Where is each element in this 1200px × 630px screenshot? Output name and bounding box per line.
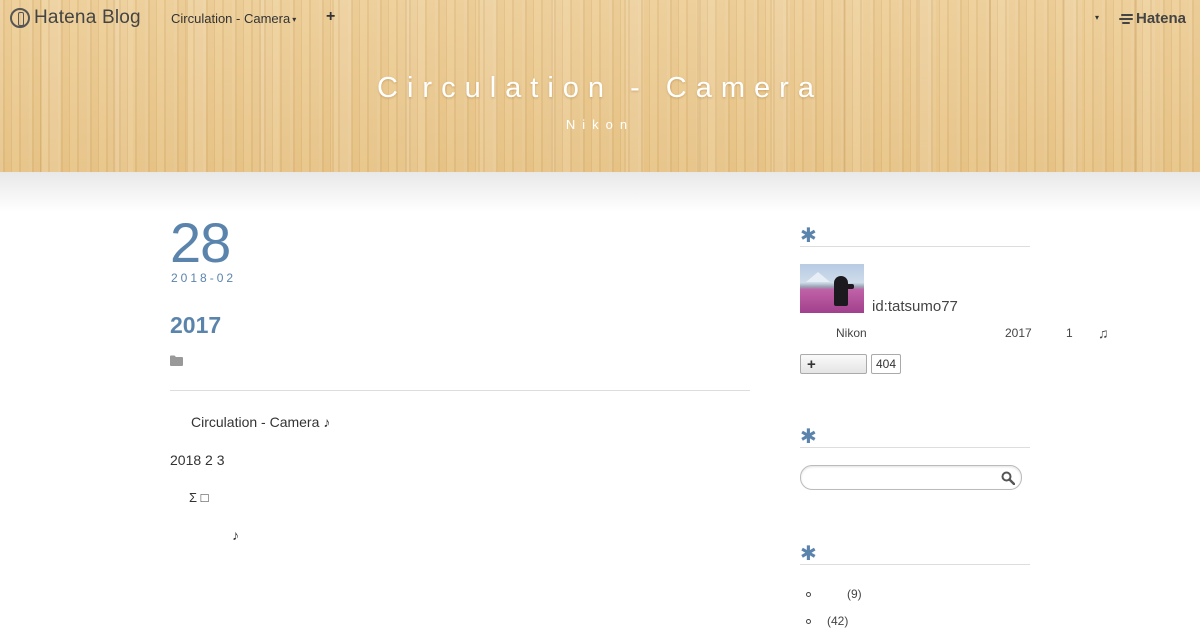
asterisk-icon: ✱: [800, 426, 817, 448]
entry-date-day[interactable]: 28: [170, 210, 231, 275]
profile-description: 2017: [1005, 326, 1032, 340]
profile-description: Nikon: [836, 326, 867, 340]
entry-paragraph: 2018 2 3: [170, 452, 225, 468]
category-count: (9): [847, 587, 862, 601]
profile-description: 1: [1066, 326, 1073, 340]
subscriber-count-badge: 404: [871, 354, 902, 374]
profile-user-id[interactable]: id:tatsumo77: [872, 298, 958, 315]
hatena-brand-text: Hatena: [1136, 10, 1187, 27]
hatena-blog-logo-icon: [10, 8, 30, 28]
bullet-icon: [806, 619, 811, 625]
chevron-down-icon: ▾: [292, 15, 297, 25]
category-item[interactable]: (9): [806, 587, 862, 601]
avatar[interactable]: [800, 264, 864, 313]
entry-paragraph: Σ □: [189, 490, 209, 505]
search-icon[interactable]: [1001, 471, 1015, 485]
entry-title[interactable]: 2017: [170, 312, 221, 339]
blog-title[interactable]: Circulation - Camera: [0, 72, 1200, 105]
blog-description: Nikon: [565, 117, 635, 132]
asterisk-icon: ✱: [800, 543, 817, 565]
search-field[interactable]: [800, 465, 1022, 490]
folder-icon: [170, 355, 183, 366]
category-count: (42): [827, 614, 849, 628]
entry-date-year-month[interactable]: 2018-02: [171, 271, 236, 285]
subscribe-button[interactable]: +: [800, 354, 867, 374]
plus-icon: +: [807, 356, 816, 373]
entry-paragraph: ♪: [232, 527, 239, 543]
logo-text: Hatena Blog: [34, 7, 141, 28]
entry-paragraph: Circulation - Camera ♪: [191, 414, 331, 430]
blog-menu-dropdown[interactable]: Circulation - Camera ▾: [171, 11, 296, 26]
hatena-brand-link[interactable]: Hatena: [1118, 10, 1186, 27]
search-module-heading: ✱: [800, 426, 1030, 448]
hatena-blog-logo[interactable]: Hatena Blog: [10, 6, 141, 30]
hatena-mark-icon: [1118, 13, 1134, 25]
category-module-heading: ✱: [800, 543, 1030, 565]
blog-menu-label: Circulation - Camera: [171, 11, 291, 26]
header-shadow: [0, 172, 1200, 212]
bullet-icon: [806, 592, 811, 598]
asterisk-icon: ✱: [800, 225, 817, 247]
search-input[interactable]: [811, 466, 1001, 489]
profile-module-heading: ✱: [800, 225, 1030, 247]
category-item[interactable]: (42): [806, 614, 848, 628]
account-menu-caret-icon[interactable]: ▾: [1095, 13, 1099, 22]
entry-divider: [170, 390, 750, 391]
profile-description: ♫: [1098, 325, 1109, 341]
add-entry-button[interactable]: +: [326, 8, 335, 26]
global-navbar: Hatena Blog Circulation - Camera ▾ + ▾ Ha…: [0, 0, 1200, 36]
